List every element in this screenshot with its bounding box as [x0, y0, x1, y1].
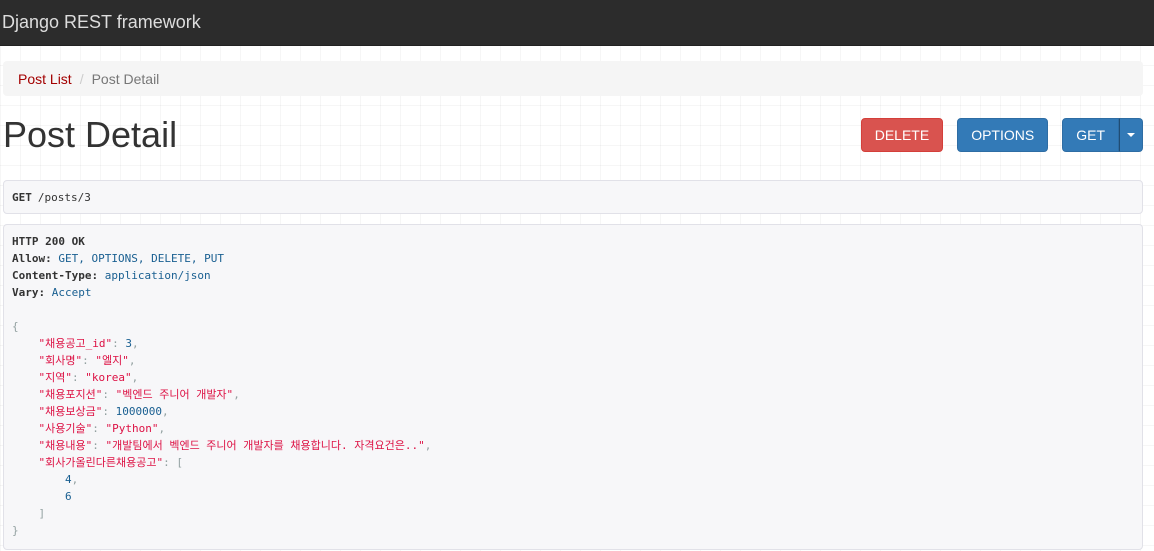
header-value: application/json — [104, 269, 211, 282]
json-key: "채용보상금" — [38, 405, 103, 418]
json-value: "korea" — [85, 371, 132, 384]
json-value: "Python" — [105, 422, 159, 435]
request-method: GET — [12, 190, 32, 204]
action-buttons: DELETE OPTIONS GET — [860, 118, 1143, 152]
breadcrumb-post-detail: Post Detail — [91, 70, 160, 87]
request-path: /posts/3 — [37, 190, 91, 204]
header-name: Allow: — [12, 252, 52, 265]
json-key: "채용포지션" — [38, 388, 103, 401]
json-value: 1000000 — [115, 405, 162, 418]
get-button[interactable]: GET — [1062, 118, 1119, 152]
breadcrumb-post-list[interactable]: Post List — [18, 71, 72, 87]
json-list-value: 4 — [64, 473, 72, 486]
header-value: GET, OPTIONS, DELETE, PUT — [58, 252, 224, 265]
json-key: "회사가올린다른채용공고" — [38, 456, 164, 469]
response-status: HTTP 200 OK — [12, 235, 85, 248]
page-title: Post Detail — [3, 114, 178, 155]
json-key: "지역" — [38, 371, 73, 384]
options-button[interactable]: OPTIONS — [957, 118, 1049, 152]
breadcrumb: Post List / Post Detail — [3, 61, 1143, 96]
get-format-dropdown-toggle[interactable] — [1119, 118, 1143, 152]
json-value: "개발팀에서 벡엔드 주니어 개발자를 채용합니다. 자격요건은.." — [105, 439, 425, 452]
delete-button[interactable]: DELETE — [860, 118, 944, 152]
request-info: GET/posts/3 — [3, 180, 1143, 214]
breadcrumb-separator: / — [79, 70, 84, 87]
get-button-group: GET — [1062, 118, 1143, 152]
json-value: "벡엔드 주니어 개발자" — [115, 388, 234, 401]
json-value: 3 — [125, 337, 132, 350]
json-key: "사용기술" — [38, 422, 93, 435]
navbar-brand[interactable]: Django REST framework — [2, 12, 201, 33]
navbar: Django REST framework — [0, 0, 1154, 46]
header-name: Content-Type: — [12, 269, 99, 282]
header-value: Accept — [51, 286, 92, 299]
json-brace-open: { — [12, 320, 19, 333]
page-header: Post Detail DELETE OPTIONS GET — [3, 105, 1143, 165]
response-info: HTTP 200 OK Allow: GET, OPTIONS, DELETE,… — [3, 224, 1143, 550]
json-list-value: 6 — [64, 490, 72, 503]
json-key: "채용공고_id" — [38, 337, 113, 350]
json-brace-close: } — [12, 524, 19, 537]
json-key: "회사명" — [38, 354, 83, 367]
chevron-down-icon — [1127, 133, 1135, 137]
json-value: "엘지" — [95, 354, 129, 367]
json-key: "채용내용" — [38, 439, 93, 452]
header-name: Vary: — [12, 286, 46, 299]
